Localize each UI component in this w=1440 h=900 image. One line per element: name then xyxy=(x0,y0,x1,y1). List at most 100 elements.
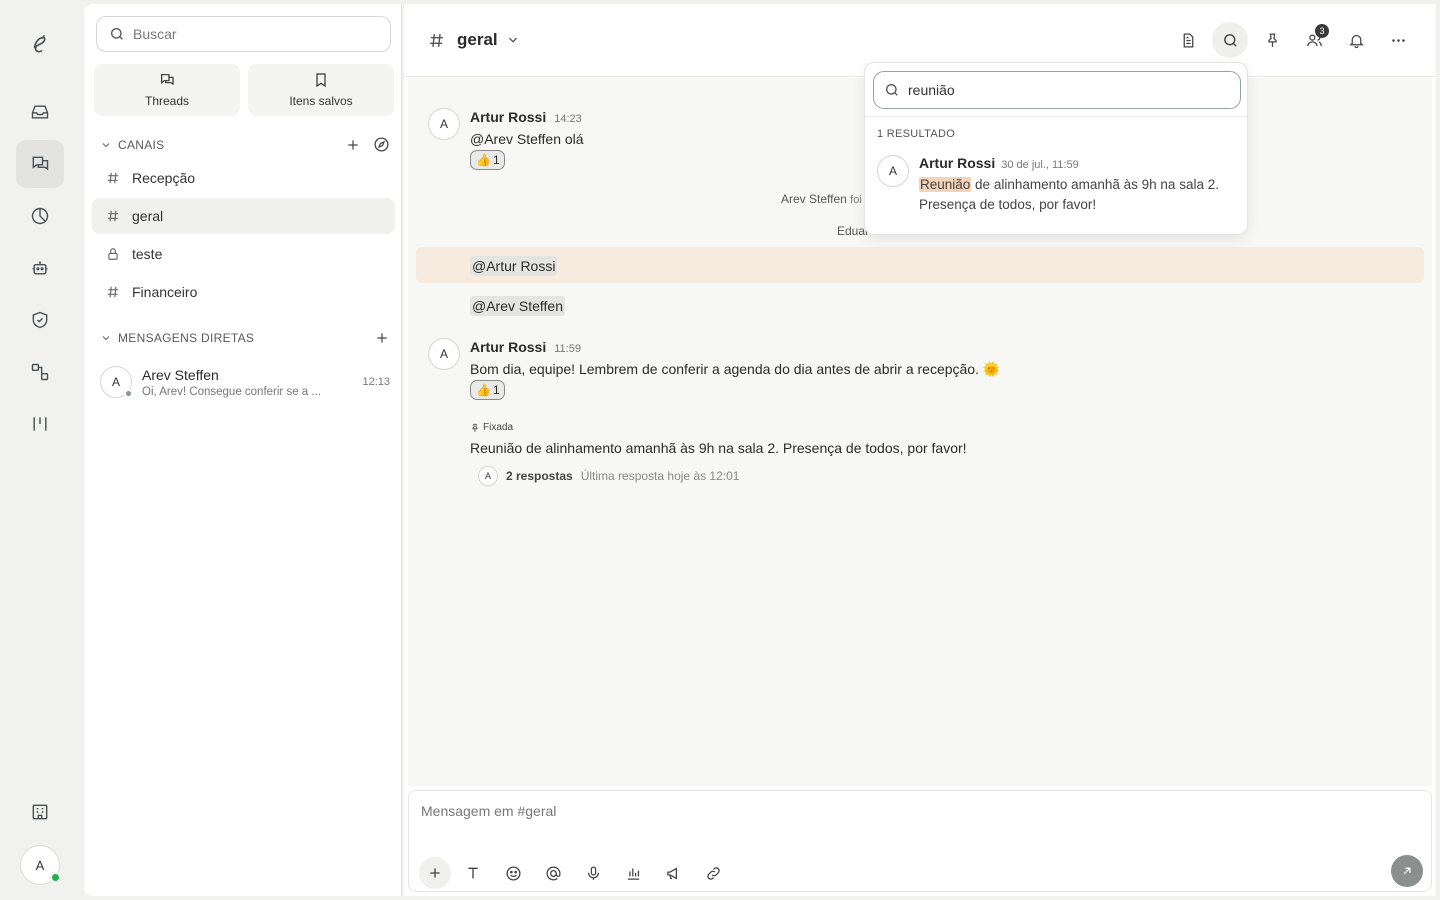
text-format-icon xyxy=(468,867,478,879)
avatar-initial: A xyxy=(111,375,120,389)
channels-section-header[interactable]: CANAIS xyxy=(100,136,390,153)
search-result-count: 1 RESULTADO xyxy=(877,128,956,140)
threads-label: Threads xyxy=(144,94,190,108)
link-button[interactable] xyxy=(695,855,731,891)
link-icon xyxy=(706,866,720,880)
add-dm-icon[interactable] xyxy=(374,330,390,346)
mention-chip[interactable]: @Arev Steffen xyxy=(470,296,565,316)
send-icon xyxy=(1403,867,1411,875)
more-button[interactable] xyxy=(1380,22,1416,58)
sidebar-search[interactable]: Buscar xyxy=(96,16,391,52)
channels-section-title: CANAIS xyxy=(118,137,165,152)
channel-item-geral[interactable]: geral xyxy=(92,198,395,234)
bar-chart-icon xyxy=(627,868,639,880)
bot-icon[interactable] xyxy=(16,244,64,292)
members-badge: 3 xyxy=(1315,24,1329,38)
saved-items-button[interactable]: Itens salvos xyxy=(248,64,394,116)
logo-icon[interactable] xyxy=(16,20,64,68)
divider xyxy=(865,116,1247,117)
shield-icon[interactable] xyxy=(16,296,64,344)
thread-replies-count[interactable]: 2 respostas xyxy=(506,469,573,483)
message-search-input[interactable]: reunião xyxy=(873,71,1241,109)
bookmark-icon xyxy=(316,73,326,88)
avatar[interactable]: A xyxy=(428,338,460,370)
avatar-initial: A xyxy=(484,471,491,481)
members-button[interactable]: 3 xyxy=(1296,22,1332,58)
search-query: reunião xyxy=(908,82,955,98)
channel-item-recepcao[interactable]: Recepção xyxy=(92,160,395,196)
chevron-down-icon[interactable] xyxy=(506,33,520,47)
integrations-icon[interactable] xyxy=(16,348,64,396)
highlighted-message xyxy=(416,247,1424,283)
pinned-indicator: Fixada xyxy=(470,422,513,433)
format-text-button[interactable] xyxy=(455,855,491,891)
announcement-button[interactable] xyxy=(655,855,691,891)
avatar[interactable]: A xyxy=(428,108,460,140)
system-text: foi xyxy=(850,194,862,206)
dm-time: 12:13 xyxy=(362,376,390,388)
reaction-chip[interactable]: 👍 1 xyxy=(470,150,505,170)
message-author[interactable]: Artur Rossi 14:23 xyxy=(470,109,582,125)
message-body: @Arev Steffen olá xyxy=(470,131,584,147)
avatar: A xyxy=(478,466,498,486)
sidebar: Buscar Threads Itens salvos CANAIS Recep… xyxy=(84,4,402,896)
search-icon xyxy=(1223,33,1237,47)
chat-icon[interactable] xyxy=(16,140,64,188)
pin-icon xyxy=(1267,32,1277,47)
search-icon xyxy=(111,28,123,40)
message-composer[interactable]: Mensagem em #geral xyxy=(408,790,1432,892)
attach-button[interactable] xyxy=(419,857,451,889)
kanban-icon[interactable] xyxy=(16,400,64,448)
emoji-button[interactable] xyxy=(495,855,531,891)
dm-section-header[interactable]: MENSAGENS DIRETAS xyxy=(100,330,390,346)
thread-last-reply: Última resposta hoje às 12:01 xyxy=(580,469,740,483)
user-avatar-initial: A xyxy=(35,857,45,873)
document-icon xyxy=(1183,32,1193,48)
saved-items-label: Itens salvos xyxy=(289,94,353,108)
channel-item-financeiro[interactable]: Financeiro xyxy=(92,274,395,310)
chevron-down-icon xyxy=(102,142,110,147)
add-channel-icon[interactable] xyxy=(345,137,361,153)
app-rail: A xyxy=(0,0,80,900)
reaction-emoji: 👍 xyxy=(476,153,491,167)
channel-title[interactable]: geral xyxy=(457,30,498,50)
mention-button[interactable] xyxy=(535,855,571,891)
author-name: Artur Rossi xyxy=(919,155,996,171)
chart-icon[interactable] xyxy=(16,192,64,240)
compass-icon[interactable] xyxy=(373,136,390,153)
dm-section-title: MENSAGENS DIRETAS xyxy=(118,331,255,345)
author-name: Artur Rossi xyxy=(470,109,547,125)
user-avatar[interactable]: A xyxy=(20,845,61,885)
threads-button[interactable]: Threads xyxy=(94,64,240,116)
dm-item-arev-steffen[interactable]: A Arev Steffen Oi, Arev! Consegue confer… xyxy=(100,362,390,402)
message-author[interactable]: Artur Rossi 11:59 xyxy=(470,339,581,355)
avatar: A xyxy=(877,155,909,187)
reaction-count: 1 xyxy=(492,383,500,397)
hash-icon xyxy=(106,209,120,223)
search-highlight: Reunião xyxy=(919,177,972,192)
building-icon[interactable] xyxy=(16,788,64,836)
hash-icon xyxy=(106,285,120,299)
mention-chip[interactable]: @Artur Rossi xyxy=(470,256,558,276)
audio-button[interactable] xyxy=(575,855,611,891)
inbox-icon[interactable] xyxy=(16,88,64,136)
threads-icon xyxy=(161,74,174,86)
result-author: Artur Rossi 30 de jul., 11:59 xyxy=(919,155,1079,171)
search-button[interactable] xyxy=(1212,22,1248,58)
notifications-button[interactable] xyxy=(1338,22,1374,58)
poll-button[interactable] xyxy=(615,855,651,891)
search-result-item[interactable]: A Artur Rossi 30 de jul., 11:59 Reunião d… xyxy=(865,151,1247,221)
dm-preview: Oi, Arev! Consegue conferir se a ... xyxy=(142,385,321,398)
microphone-icon xyxy=(587,865,599,880)
files-button[interactable] xyxy=(1170,22,1206,58)
send-button[interactable] xyxy=(1391,855,1423,887)
thread-summary[interactable]: A 2 respostas Última resposta hoje às 12… xyxy=(478,466,739,486)
pinned-button[interactable] xyxy=(1254,22,1290,58)
reaction-count: 1 xyxy=(492,153,500,167)
online-status-dot xyxy=(50,872,61,883)
channel-item-teste[interactable]: teste xyxy=(92,236,395,272)
mention-message: @Artur Rossi xyxy=(470,256,558,276)
reaction-chip[interactable]: 👍 1 xyxy=(470,380,505,400)
message-time: 11:59 xyxy=(554,343,581,355)
more-horizontal-icon xyxy=(1391,38,1405,42)
